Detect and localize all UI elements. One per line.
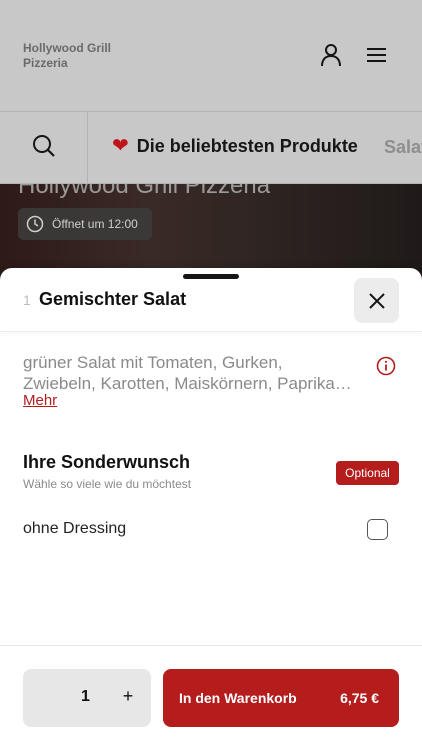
category-tab-salat[interactable]: Salat <box>384 137 422 158</box>
product-sheet: 1 Gemischter Salat grüner Salat mit Toma… <box>0 268 422 750</box>
more-link[interactable]: Mehr <box>23 392 57 409</box>
brand-name[interactable]: Hollywood Grill Pizzeria <box>23 41 143 71</box>
option-checkbox[interactable] <box>367 519 388 540</box>
clock-icon <box>26 215 44 233</box>
sheet-footer: 1 + In den Warenkorb 6,75 € <box>0 645 422 750</box>
product-quantity-prefix: 1 <box>23 292 31 308</box>
sheet-drag-handle[interactable] <box>183 274 239 279</box>
category-bar: ❤ Die beliebtesten Produkte Salat <box>0 112 422 184</box>
options-section-subtitle: Wähle so viele wie du möchtest <box>23 477 192 491</box>
category-tab-popular[interactable]: ❤ Die beliebtesten Produkte <box>112 134 358 158</box>
close-icon <box>368 292 385 309</box>
optional-badge: Optional <box>336 461 399 485</box>
description-line: Zwiebeln, Karotten, Maiskörnern, Paprika… <box>23 374 352 393</box>
close-button[interactable] <box>354 278 399 323</box>
heart-icon: ❤ <box>112 135 129 157</box>
opening-status-text: Öffnet um 12:00 <box>52 217 138 231</box>
add-to-cart-label: In den Warenkorb <box>179 690 297 706</box>
option-row-ohne-dressing[interactable]: ohne Dressing <box>0 508 422 552</box>
search-button[interactable] <box>0 112 88 183</box>
option-label: ohne Dressing <box>23 520 127 537</box>
product-title: Gemischter Salat <box>39 289 187 309</box>
product-description: grüner Salat mit Tomaten, Gurken, Zwiebe… <box>23 352 373 394</box>
search-icon <box>31 133 57 164</box>
quantity-stepper: 1 + <box>23 669 151 727</box>
app-header: Hollywood Grill Pizzeria <box>0 0 422 112</box>
background-page: Hollywood Grill Pizzeria ❤ Die beliebtes… <box>0 0 422 290</box>
sheet-header: 1 Gemischter Salat <box>0 268 422 332</box>
add-to-cart-price: 6,75 € <box>340 690 379 706</box>
info-icon[interactable] <box>376 356 396 376</box>
opening-status-badge: Öffnet um 12:00 <box>18 208 152 240</box>
hero-title: Hollywood Grill Pizzeria <box>18 184 271 199</box>
options-section-title: Ihre Sonderwunsch <box>23 452 191 472</box>
menu-icon[interactable] <box>364 42 390 68</box>
category-tab-label: Die beliebtesten Produkte <box>136 135 358 156</box>
add-to-cart-button[interactable]: In den Warenkorb 6,75 € <box>163 669 399 727</box>
description-line: grüner Salat mit Tomaten, Gurken, <box>23 353 283 372</box>
quantity-increase-button[interactable]: + <box>121 686 135 707</box>
user-icon[interactable] <box>318 42 344 68</box>
quantity-value: 1 <box>81 688 90 705</box>
